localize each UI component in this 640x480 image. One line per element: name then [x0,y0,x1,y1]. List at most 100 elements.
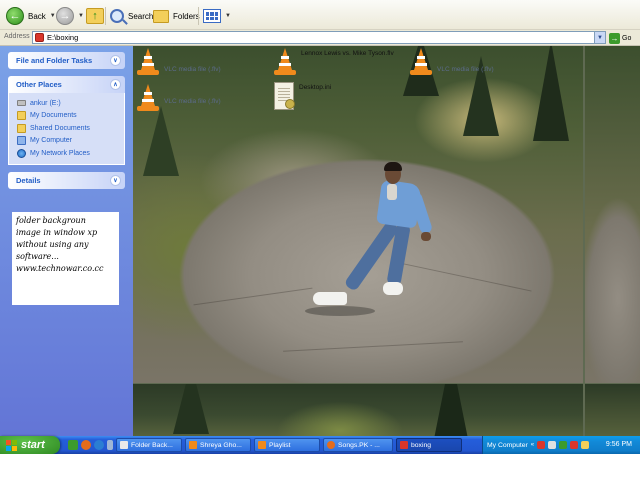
windows-logo-icon [6,439,17,451]
taskbar-button-shreya[interactable]: Shreya Gho... [185,438,251,452]
taskbar-button-boxing[interactable]: boxing [396,438,462,452]
standard-toolbar: ← Back ▼ → ▼ ↑ Search Folders ▼ [0,0,640,30]
expand-chevron-icon[interactable]: ∨ [110,55,121,66]
forward-arrow-icon: → [56,7,74,25]
note-line: software... [16,252,59,261]
forward-dropdown-icon[interactable]: ▼ [78,13,84,19]
place-label: My Documents [30,112,77,120]
toolbar-separator [198,7,199,25]
tray-app-icon[interactable] [570,441,579,449]
taskbar-button-playlist[interactable]: Playlist [254,438,320,452]
place-my-network-places[interactable]: My Network Places [17,147,118,160]
shoe [313,292,347,305]
place-my-documents[interactable]: My Documents [17,110,118,123]
back-button[interactable]: ← Back ▼ [6,5,56,27]
up-folder-button[interactable]: ↑ [86,5,104,27]
internet-explorer-icon[interactable] [94,440,104,450]
forward-button[interactable]: → ▼ [56,5,84,27]
other-places-list: ankur (E:) My Documents Shared Documents… [8,93,125,165]
file-name: Lennox Lewis vs. Mike Tyson.flv [301,50,394,57]
quick-launch [68,440,113,450]
my-documents-icon [17,111,26,121]
clock[interactable]: 9:56 PM [606,441,632,448]
views-dropdown-icon[interactable]: ▼ [225,13,231,19]
hand [421,232,431,241]
go-arrow-icon: → [609,32,620,44]
rock-crack [193,287,313,306]
go-button[interactable]: → Go [609,32,631,44]
details-header[interactable]: Details ∨ [8,172,125,189]
vlc-cone-icon [274,48,296,76]
other-places-panel: Other Places ∧ ankur (E:) My Documents S… [8,76,125,165]
file-folder-tasks-panel: File and Folder Tasks ∨ [8,52,125,69]
search-button[interactable]: Search [110,5,153,27]
browser-icon [327,441,335,449]
go-label: Go [622,34,632,42]
drive-icon [17,100,26,107]
background-photo-tile [585,384,640,436]
folder-location-icon [35,33,44,42]
place-drive-e[interactable]: ankur (E:) [17,97,118,110]
file-folder-tasks-header[interactable]: File and Folder Tasks ∨ [8,52,125,69]
hair [384,162,402,171]
note-line: without using any [16,240,89,249]
firefox-icon[interactable] [81,440,91,450]
file-type: VLC media file (.flv) [437,66,494,73]
file-item[interactable]: Desktop.ini [274,82,331,110]
settings-file-icon [274,82,295,110]
tray-app-icon[interactable] [537,441,546,449]
address-dropdown-icon[interactable]: ▼ [594,32,605,43]
vlc-cone-icon [258,441,266,449]
folder-content-view[interactable]: VLC media file (.flv) Lennox Lewis vs. M… [133,46,640,436]
address-path: E:\boxing [47,33,79,42]
start-label: start [21,439,45,451]
rock-crack [283,341,463,352]
file-item[interactable]: VLC media file (.flv) [410,48,494,76]
tree-silhouette [143,106,179,176]
file-item[interactable]: VLC media file (.flv) [137,84,221,112]
quick-launch-app-icon[interactable] [68,440,78,450]
file-item[interactable]: Lennox Lewis vs. Mike Tyson.flv [274,48,394,76]
vlc-cone-icon [410,48,432,76]
place-my-computer[interactable]: My Computer [17,135,118,148]
explorer-window: ← Back ▼ → ▼ ↑ Search Folders ▼ Address [0,0,640,480]
shoe [383,282,403,295]
search-label: Search [128,11,154,21]
place-shared-documents[interactable]: Shared Documents [17,122,118,135]
other-places-header[interactable]: Other Places ∧ [8,76,125,93]
address-input[interactable]: E:\boxing ▼ [32,31,606,44]
place-label: My Computer [30,137,73,145]
quick-launch-expand-icon[interactable] [107,440,113,450]
collapse-chevron-icon[interactable]: ∧ [110,79,121,90]
search-icon [110,9,124,23]
views-button[interactable]: ▼ [203,5,231,27]
my-computer-icon [17,136,26,146]
place-label: My Network Places [30,149,90,157]
back-dropdown-icon[interactable]: ▼ [50,13,56,19]
file-item[interactable]: VLC media file (.flv) [137,48,221,76]
tree-silhouette [533,46,569,141]
folder-icon [400,441,408,449]
file-type: VLC media file (.flv) [164,66,221,73]
note-line: www.technowar.co.cc [16,264,104,273]
document-icon [120,441,128,449]
tray-app-icon[interactable] [581,441,590,449]
folders-button[interactable]: Folders [153,5,200,27]
start-button[interactable]: start [0,436,60,454]
task-label: Songs.PK - ... [338,441,380,449]
tray-app-icon[interactable] [548,441,557,449]
tray-expand-icon[interactable]: « [531,442,534,448]
expand-chevron-icon[interactable]: ∨ [110,175,121,186]
views-icon [203,9,221,23]
toolbar-separator [105,7,106,25]
shared-documents-icon [17,123,26,133]
tray-app-icon[interactable] [559,441,568,449]
taskbar-button-songs-pk[interactable]: Songs.PK - ... [323,438,393,452]
place-label: ankur (E:) [30,99,61,107]
back-label: Back [28,11,46,21]
file-folder-tasks-title: File and Folder Tasks [16,56,93,65]
background-photo-tile [133,384,583,436]
task-pane: File and Folder Tasks ∨ Other Places ∧ a… [0,46,133,436]
taskbar-button-folder-back[interactable]: Folder Back... [116,438,182,452]
vlc-cone-icon [189,441,197,449]
